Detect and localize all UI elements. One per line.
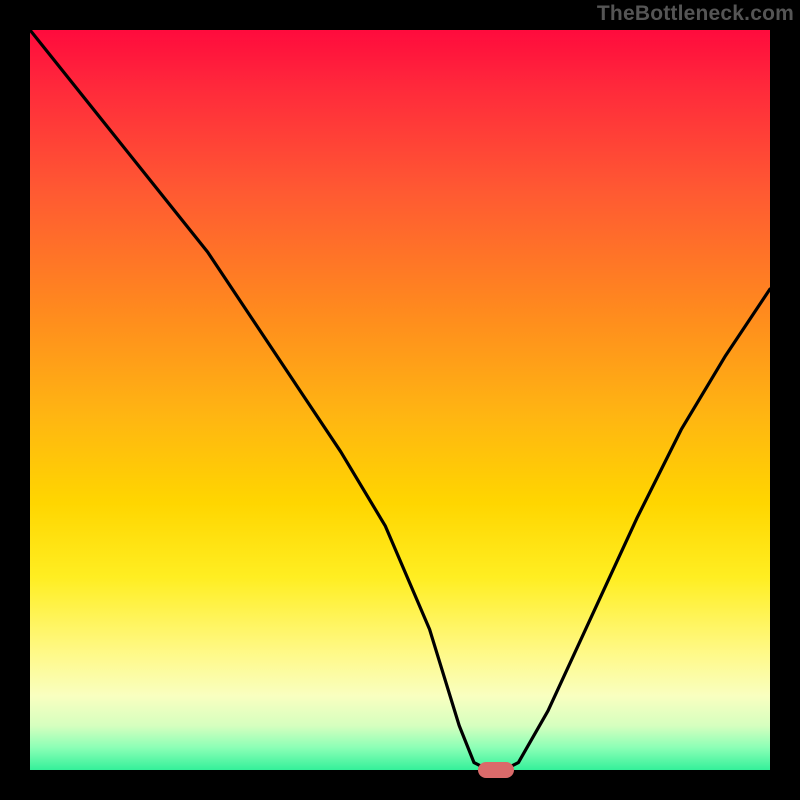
curve-svg [30, 30, 770, 770]
plot-area [30, 30, 770, 770]
bottleneck-curve [30, 30, 770, 770]
optimal-marker [478, 762, 514, 778]
chart-frame: TheBottleneck.com [0, 0, 800, 800]
watermark-text: TheBottleneck.com [597, 2, 794, 26]
